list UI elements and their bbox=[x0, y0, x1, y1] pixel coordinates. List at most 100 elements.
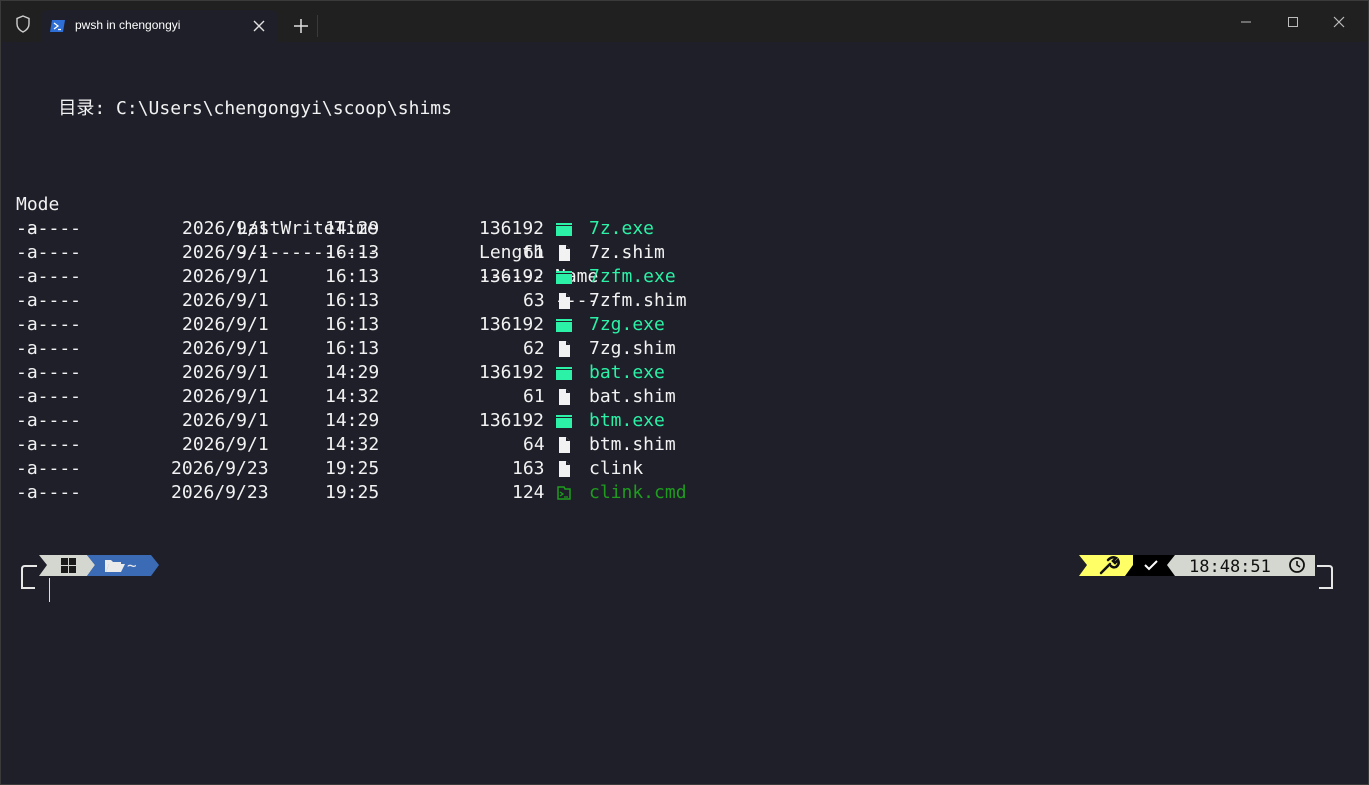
row-length: 61 bbox=[523, 242, 545, 263]
row-date: 2026/9/1 bbox=[182, 338, 269, 359]
table-header: Mode LastWriteTime Length Name bbox=[16, 169, 716, 287]
row-time: 19:25 bbox=[325, 482, 380, 503]
row-time: 16:13 bbox=[325, 338, 380, 359]
tab-title: pwsh in chengongyi bbox=[75, 18, 181, 32]
table-row: -a---- 2026/9/1 16:13 62 7zg.shim bbox=[16, 337, 716, 361]
tool-segment bbox=[1079, 555, 1133, 576]
row-time: 14:29 bbox=[325, 410, 380, 431]
file-icon bbox=[559, 245, 570, 261]
row-date: 2026/9/1 bbox=[182, 314, 269, 335]
table-row: -a---- 2026/9/1 16:13 136192 7zg.exe bbox=[16, 313, 716, 337]
row-date: 2026/9/1 bbox=[182, 410, 269, 431]
table-header-underline: ---- ------------- ------ ---- bbox=[16, 193, 716, 311]
row-name[interactable]: btm.exe bbox=[589, 409, 665, 433]
file-icon bbox=[559, 389, 570, 405]
row-mode: -a---- bbox=[16, 266, 82, 287]
row-name[interactable]: clink bbox=[589, 457, 643, 481]
titlebar-divider bbox=[317, 15, 318, 37]
row-time: 16:13 bbox=[325, 290, 380, 311]
row-time: 16:13 bbox=[325, 266, 380, 287]
row-name[interactable]: 7zfm.shim bbox=[589, 289, 687, 313]
window-close-icon[interactable] bbox=[1326, 11, 1352, 33]
row-time: 14:32 bbox=[325, 434, 380, 455]
text-cursor bbox=[49, 578, 50, 602]
directory-line: 目录: C:\Users\chengongyi\scoop\shims bbox=[15, 98, 452, 119]
row-length: 136192 bbox=[479, 314, 545, 335]
row-mode: -a---- bbox=[16, 314, 82, 335]
terminal-pane[interactable]: 目录: C:\Users\chengongyi\scoop\shims Mode… bbox=[7, 42, 1362, 779]
row-date: 2026/9/1 bbox=[182, 266, 269, 287]
row-mode: -a---- bbox=[16, 434, 82, 455]
shield-icon[interactable] bbox=[13, 14, 33, 34]
row-name[interactable]: bat.shim bbox=[589, 385, 676, 409]
table-row: -a---- 2026/9/1 14:32 61 bat.shim bbox=[16, 385, 716, 409]
table-row: -a---- 2026/9/23 19:25 124 clink.cmd bbox=[16, 481, 716, 505]
row-name[interactable]: bat.exe bbox=[589, 361, 665, 385]
row-time: 16:13 bbox=[325, 242, 380, 263]
row-length: 63 bbox=[523, 290, 545, 311]
row-length: 62 bbox=[523, 338, 545, 359]
row-name[interactable]: btm.shim bbox=[589, 433, 676, 457]
row-length: 136192 bbox=[479, 362, 545, 383]
maximize-icon[interactable] bbox=[1280, 11, 1306, 33]
row-name[interactable]: clink.cmd bbox=[589, 481, 687, 505]
prompt-time: 18:48:51 bbox=[1189, 557, 1271, 577]
row-length: 163 bbox=[512, 458, 545, 479]
title-bar: pwsh in chengongyi bbox=[1, 1, 1368, 42]
minimize-icon[interactable] bbox=[1233, 11, 1259, 33]
row-length: 61 bbox=[523, 386, 545, 407]
table-row: -a---- 2026/9/1 14:32 64 btm.shim bbox=[16, 433, 716, 457]
app-window-icon bbox=[556, 271, 572, 284]
row-mode: -a---- bbox=[16, 482, 82, 503]
row-length: 136192 bbox=[479, 266, 545, 287]
row-mode: -a---- bbox=[16, 386, 82, 407]
row-mode: -a---- bbox=[16, 410, 82, 431]
file-icon bbox=[559, 341, 570, 357]
terminal-script-icon bbox=[557, 486, 571, 500]
row-time: 19:25 bbox=[325, 458, 380, 479]
app-window-icon bbox=[556, 223, 572, 236]
table-row: -a---- 2026/9/1 16:13 61 7z.shim bbox=[16, 241, 716, 265]
row-mode: -a---- bbox=[16, 242, 82, 263]
row-date: 2026/9/1 bbox=[182, 290, 269, 311]
row-length: 64 bbox=[523, 434, 545, 455]
row-date: 2026/9/1 bbox=[182, 362, 269, 383]
row-time: 16:13 bbox=[325, 314, 380, 335]
plus-icon[interactable] bbox=[290, 15, 312, 37]
app-window-icon bbox=[556, 367, 572, 380]
row-name[interactable]: 7zg.exe bbox=[589, 313, 665, 337]
row-name[interactable]: 7z.shim bbox=[589, 241, 665, 265]
app-window-icon bbox=[556, 415, 572, 428]
row-mode: -a---- bbox=[16, 338, 82, 359]
table-row: -a---- 2026/9/1 16:13 136192 7zfm.exe bbox=[16, 265, 716, 289]
file-icon bbox=[559, 437, 570, 453]
row-date: 2026/9/23 bbox=[171, 458, 269, 479]
prompt-path: ~ bbox=[127, 556, 137, 575]
row-length: 136192 bbox=[479, 410, 545, 431]
app-window-icon bbox=[556, 319, 572, 332]
row-mode: -a---- bbox=[16, 218, 82, 239]
row-date: 2026/9/1 bbox=[182, 218, 269, 239]
close-icon[interactable] bbox=[251, 18, 267, 34]
terminal-window: pwsh in chengongyi 目录: C:\Users\chengong… bbox=[0, 0, 1369, 785]
row-length: 124 bbox=[512, 482, 545, 503]
row-name[interactable]: 7z.exe bbox=[589, 217, 654, 241]
row-length: 136192 bbox=[479, 218, 545, 239]
row-mode: -a---- bbox=[16, 290, 82, 311]
file-icon bbox=[559, 461, 570, 477]
row-time: 14:29 bbox=[325, 218, 380, 239]
table-row: -a---- 2026/9/1 14:29 136192 bat.exe bbox=[16, 361, 716, 385]
row-date: 2026/9/1 bbox=[182, 386, 269, 407]
row-mode: -a---- bbox=[16, 458, 82, 479]
row-time: 14:32 bbox=[325, 386, 380, 407]
row-name[interactable]: 7zfm.exe bbox=[589, 265, 676, 289]
table-row: -a---- 2026/9/1 14:29 136192 btm.exe bbox=[16, 409, 716, 433]
file-icon bbox=[559, 293, 570, 309]
row-name[interactable]: 7zg.shim bbox=[589, 337, 676, 361]
row-date: 2026/9/1 bbox=[182, 434, 269, 455]
row-mode: -a---- bbox=[16, 362, 82, 383]
row-date: 2026/9/1 bbox=[182, 242, 269, 263]
row-time: 14:29 bbox=[325, 362, 380, 383]
table-row: -a---- 2026/9/23 19:25 163 clink bbox=[16, 457, 716, 481]
tab-pwsh[interactable]: pwsh in chengongyi bbox=[41, 10, 278, 42]
